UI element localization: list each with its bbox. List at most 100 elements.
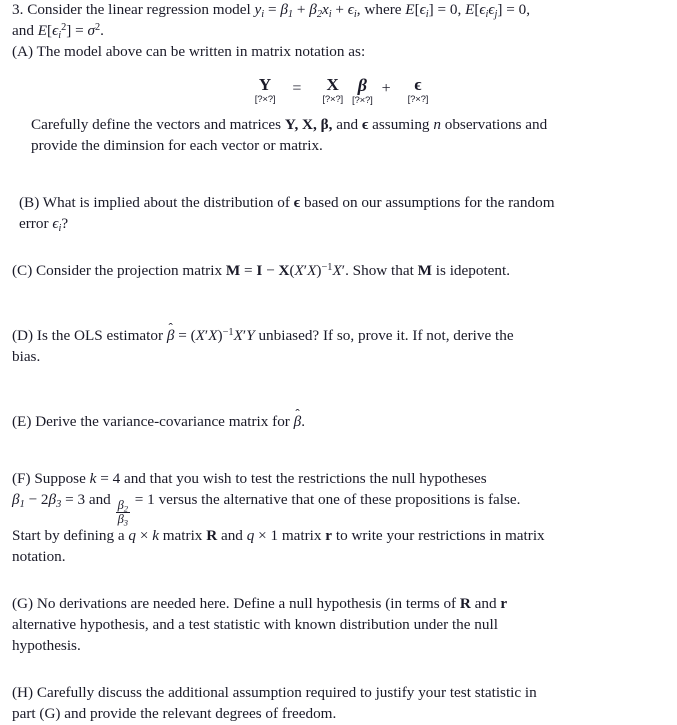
part-c-text-c: is idepotent.	[435, 261, 511, 279]
part-a-line: (A) The model above can be written in ma…	[12, 42, 663, 63]
dim-X: [?×?]	[322, 93, 343, 105]
where-word: where	[364, 1, 402, 18]
followup-and: and	[336, 115, 359, 133]
part-g-and: and	[474, 594, 497, 612]
part-g-line-1: (G) No derivations are needed here. Defi…	[12, 594, 663, 615]
document-page: 3. Consider the linear regression model …	[0, 0, 677, 722]
stem-line-1: 3. Consider the linear regression model …	[12, 0, 663, 21]
part-a: (A) The model above can be written in ma…	[0, 42, 677, 157]
part-f-text-e: to write your restrictions in matrix	[335, 526, 545, 544]
matrix-r-dims: q × 1	[246, 526, 279, 544]
part-e-beta-hat: ˆ β.	[293, 405, 306, 430]
matrix-R-symbol: R	[206, 526, 218, 544]
condition-2: E[ϵiϵj] = 0,	[465, 1, 531, 20]
vector-r-symbol: r	[325, 526, 333, 544]
part-f: (F) Suppose k = 4 and that you wish to t…	[0, 469, 677, 568]
part-c-text-b: Show that	[352, 261, 414, 279]
stem-line-2: and E[ϵi2] = σ2.	[12, 21, 663, 42]
part-d: (D) Is the OLS estimator ˆβ = (X′X)−1X′Y…	[0, 320, 677, 368]
part-e-text: Derive the variance-covariance matrix fo…	[35, 412, 290, 430]
part-b-epsilon: ϵ	[293, 193, 301, 211]
and-word: and	[12, 21, 34, 39]
projection-matrix-formula: M = I − X(X′X)−1X′.	[225, 261, 349, 279]
part-b-line-1: (B) What is implied about the distributi…	[19, 193, 663, 214]
restriction-1: β1 − 2β3 = 3	[12, 490, 86, 510]
part-g-line-3: hypothesis.	[12, 636, 81, 654]
matrix-equation: Y [?×?] = X [?×?] β [?×?] + ϵ [?×?]	[12, 76, 663, 106]
part-d-text-b: unbiased? If so, prove it. If not, deriv…	[258, 326, 514, 344]
vertical-gap	[0, 568, 677, 594]
part-e: (E) Derive the variance-covariance matri…	[0, 405, 677, 433]
followup-assuming: assuming	[372, 115, 430, 133]
eq-term-X: X [?×?]	[322, 76, 343, 105]
part-e-label: (E)	[12, 412, 32, 430]
followup-symbols: Y, X, β,	[284, 115, 333, 133]
part-h-label: (H)	[12, 683, 34, 701]
part-b-text-b: based on our assumptions for the random	[303, 193, 555, 211]
part-f-matrix-word-1: matrix	[162, 526, 203, 544]
part-f-k-value: k = 4	[89, 469, 121, 487]
part-c-text-a: Consider the projection matrix	[36, 261, 223, 279]
part-b-label: (B)	[19, 193, 40, 211]
part-a-text: The model above can be written in matrix…	[36, 42, 366, 60]
part-d-line-1: (D) Is the OLS estimator ˆβ = (X′X)−1X′Y…	[12, 320, 663, 347]
part-b-line-2: error ϵi?	[19, 214, 663, 235]
problem-stem: 3. Consider the linear regression model …	[0, 0, 677, 42]
part-f-label: (F)	[12, 469, 31, 487]
condition-3: E[ϵi2] = σ2.	[37, 21, 104, 41]
part-a-followup: Carefully define the vectors and matrice…	[12, 115, 663, 157]
vertical-gap	[0, 657, 677, 683]
part-f-start-text: Start by defining a	[12, 526, 125, 544]
part-c-M: M	[417, 261, 432, 279]
dim-beta: [?×?]	[352, 94, 373, 106]
part-b-error-word: error	[19, 214, 49, 232]
part-f-line-4: notation.	[12, 547, 66, 565]
part-f-line-1: (F) Suppose k = 4 and that you wish to t…	[12, 469, 663, 490]
followup-text-a: Carefully define the vectors and matrice…	[31, 115, 282, 133]
symbol-X: X	[326, 74, 339, 94]
part-d-label: (D)	[12, 326, 34, 344]
vertical-gap	[0, 157, 677, 193]
part-g-text-a: No derivations are needed here. Define a…	[36, 594, 457, 612]
followup-n: n	[433, 115, 441, 133]
restriction-2: β2 β3 = 1	[115, 490, 155, 528]
part-h-line-1: (H) Carefully discuss the additional ass…	[12, 683, 663, 704]
part-f-matrix-word-2: matrix	[281, 526, 322, 544]
ols-estimator-formula: ˆβ = (X′X)−1X′Y	[166, 320, 255, 344]
part-h-text: Carefully discuss the additional assumpt…	[36, 683, 537, 701]
symbol-beta: β	[357, 74, 367, 95]
symbol-epsilon: ϵ	[414, 74, 422, 94]
part-a-followup-line-1: Carefully define the vectors and matrice…	[31, 115, 663, 136]
part-g-r: r	[500, 594, 508, 612]
part-b-epsilon-i: ϵi?	[52, 214, 69, 234]
part-f-and: and	[88, 490, 111, 508]
part-f-line-2: β1 − 2β3 = 3 and β2 β3 = 1 versus the alt…	[12, 490, 663, 528]
part-g: (G) No derivations are needed here. Defi…	[0, 594, 677, 657]
eq-term-epsilon: ϵ [?×?]	[408, 76, 429, 105]
vertical-gap	[0, 282, 677, 326]
eq-term-beta: β [?×?]	[352, 76, 373, 106]
eq-term-Y: Y [?×?]	[255, 76, 276, 105]
part-c-line: (C) Consider the projection matrix M = I…	[12, 261, 663, 282]
followup-text-d: observations and	[444, 115, 548, 133]
part-c-label: (C)	[12, 261, 33, 279]
part-h-line-2: part (G) and provide the relevant degree…	[12, 704, 337, 722]
part-b: (B) What is implied about the distributi…	[0, 193, 677, 235]
part-c: (C) Consider the projection matrix M = I…	[0, 261, 677, 282]
symbol-Y: Y	[258, 74, 272, 94]
equals-sign: =	[292, 79, 302, 97]
problem-number: 3. Consider the linear regression model	[12, 1, 251, 18]
vertical-gap	[0, 368, 677, 412]
plus-sign: +	[381, 79, 391, 97]
part-f-line-3: Start by defining a q × k matrix R and q…	[12, 526, 663, 547]
part-a-label: (A)	[12, 42, 34, 60]
part-f-text-c: versus the alternative that one of these…	[158, 490, 521, 508]
part-b-text-a: What is implied about the distribution o…	[42, 193, 290, 211]
part-f-and-2: and	[220, 526, 243, 544]
part-a-followup-line-2: provide the diminsion for each vector or…	[31, 136, 323, 154]
model-equation: yi = β1 + β2xi + ϵi,	[254, 1, 361, 20]
dim-epsilon: [?×?]	[407, 93, 429, 105]
vertical-gap	[0, 433, 677, 469]
vertical-gap	[0, 235, 677, 261]
part-e-line: (E) Derive the variance-covariance matri…	[12, 405, 663, 433]
